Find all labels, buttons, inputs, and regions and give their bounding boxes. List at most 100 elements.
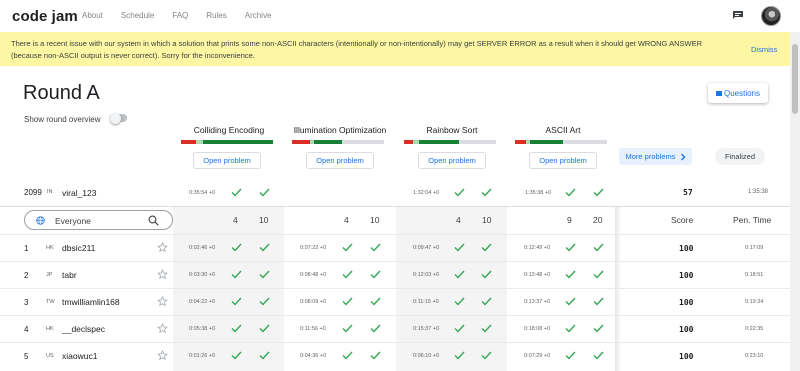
check-icon	[259, 297, 270, 306]
test-set-points: 10	[259, 215, 269, 225]
progress-segment-gray	[459, 140, 496, 144]
solve-time: 0:08:09 +0	[300, 299, 327, 305]
chat-icon[interactable]	[732, 10, 744, 20]
check-icon	[342, 297, 353, 306]
problem-progress-bar	[181, 140, 273, 144]
user-rank: 2099	[24, 188, 42, 197]
problem-progress-bar	[404, 140, 496, 144]
problem-progress-bar	[515, 140, 607, 144]
round-overview-toggle[interactable]	[110, 112, 127, 124]
round-overview-label: Show round overview	[24, 115, 101, 124]
check-icon	[370, 297, 381, 306]
scoreboard-header: Everyone 4 10 4 10 4 10 9 20 Score Pen. …	[0, 207, 790, 234]
progress-segment-light	[195, 140, 204, 144]
table-row: 5 US xiaowuc1 0:01:26 +0 0:04:36 +0 0:06:10 +…	[0, 342, 790, 369]
solve-time: 0:02:46 +0	[189, 245, 216, 251]
open-problem-button[interactable]: Open problem	[306, 152, 374, 169]
solve-time: 0:12:49 +0	[524, 245, 551, 251]
username[interactable]: viral_123	[62, 188, 97, 198]
check-icon	[565, 324, 576, 333]
logo[interactable]: code jam	[12, 8, 78, 25]
score: 100	[679, 298, 694, 307]
nav-archive[interactable]: Archive	[245, 11, 272, 20]
check-icon	[259, 270, 270, 279]
star-outline-icon[interactable]	[157, 242, 168, 253]
test-set-points: 9	[567, 215, 572, 225]
check-icon	[259, 188, 270, 197]
solve-time: 0:08:48 +0	[300, 272, 327, 278]
open-problem-button[interactable]: Open problem	[193, 152, 261, 169]
star-outline-icon[interactable]	[157, 269, 168, 280]
search-icon[interactable]	[148, 215, 159, 226]
username[interactable]: tabr	[62, 270, 77, 280]
questions-label: Questions	[723, 88, 761, 98]
check-icon	[370, 324, 381, 333]
rank: 1	[24, 244, 29, 253]
check-icon	[593, 324, 604, 333]
check-icon	[231, 351, 242, 360]
username[interactable]: tmwilliamlin168	[62, 297, 120, 307]
score: 100	[679, 244, 694, 253]
penalty-time: 0:17:09	[745, 245, 764, 251]
test-set-points: 10	[482, 215, 492, 225]
check-icon	[454, 297, 465, 306]
solve-time: 0:07:22 +0	[300, 245, 327, 251]
penalty-time: 0:23:10	[745, 353, 764, 359]
open-problem-button[interactable]: Open problem	[418, 152, 486, 169]
username[interactable]: __declspec	[62, 324, 105, 334]
star-outline-icon[interactable]	[157, 323, 168, 334]
avatar[interactable]	[761, 6, 781, 26]
scrollbar-thumb[interactable]	[792, 44, 798, 114]
penalty-header[interactable]: Pen. Time	[733, 215, 771, 225]
nav-about[interactable]: About	[82, 11, 103, 20]
questions-button[interactable]: Questions	[708, 83, 768, 103]
page-title: Round A	[23, 82, 100, 104]
rank: 2	[24, 271, 29, 280]
test-set-points: 4	[233, 215, 238, 225]
score: 100	[679, 325, 694, 334]
rank: 3	[24, 298, 29, 307]
open-problem-button[interactable]: Open problem	[529, 152, 597, 169]
table-row: 3 TW tmwilliamlin168 0:04:22 +0 0:08:09 +0 0:…	[0, 288, 790, 315]
solve-time: 0:12:03 +0	[413, 272, 440, 278]
check-icon	[259, 324, 270, 333]
dismiss-button[interactable]: Dismiss	[751, 45, 777, 54]
solve-time: 0:18:08 +0	[524, 326, 551, 332]
check-icon	[370, 243, 381, 252]
check-icon	[593, 243, 604, 252]
scoreboard-filter[interactable]: Everyone	[24, 210, 173, 230]
check-icon	[342, 351, 353, 360]
star-outline-icon[interactable]	[157, 350, 168, 361]
progress-segment-red	[181, 140, 196, 144]
check-icon	[565, 243, 576, 252]
solve-time: 0:04:36 +0	[300, 353, 327, 359]
top-bar: code jam About Schedule FAQ Rules Archiv…	[0, 0, 800, 32]
problem-card: ASCII Art Open problem	[515, 125, 611, 169]
score-header[interactable]: Score	[671, 215, 693, 225]
solve-time: 0:11:56 +0	[300, 326, 326, 332]
check-icon	[370, 351, 381, 360]
country-code: JP	[46, 272, 53, 278]
solve-time: 0:15:37 +0	[413, 326, 440, 332]
chevron-right-icon	[680, 153, 686, 160]
country-code: US	[46, 353, 54, 359]
check-icon	[454, 270, 465, 279]
more-problems-button[interactable]: More problems	[619, 148, 692, 165]
status-badge: Finalized	[715, 148, 765, 165]
check-icon	[342, 243, 353, 252]
page-scrollbar[interactable]	[790, 32, 800, 371]
star-outline-icon[interactable]	[157, 296, 168, 307]
solve-time: 0:35:54 +0	[189, 190, 216, 196]
check-icon	[593, 297, 604, 306]
username[interactable]: dbsic211	[62, 243, 95, 253]
user-score: 57	[683, 188, 693, 197]
username[interactable]: xiaowuc1	[62, 351, 97, 361]
nav-schedule[interactable]: Schedule	[121, 11, 154, 20]
problem-name: Rainbow Sort	[426, 125, 478, 135]
nav-faq[interactable]: FAQ	[172, 11, 188, 20]
nav-rules[interactable]: Rules	[206, 11, 226, 20]
table-row: 2 JP tabr 0:03:30 +0 0:08:48 +0 0:12:03 +0 0:1…	[0, 261, 790, 288]
rank: 5	[24, 352, 29, 361]
progress-segment-gray	[562, 140, 607, 144]
problem-card: Rainbow Sort Open problem	[404, 125, 500, 169]
